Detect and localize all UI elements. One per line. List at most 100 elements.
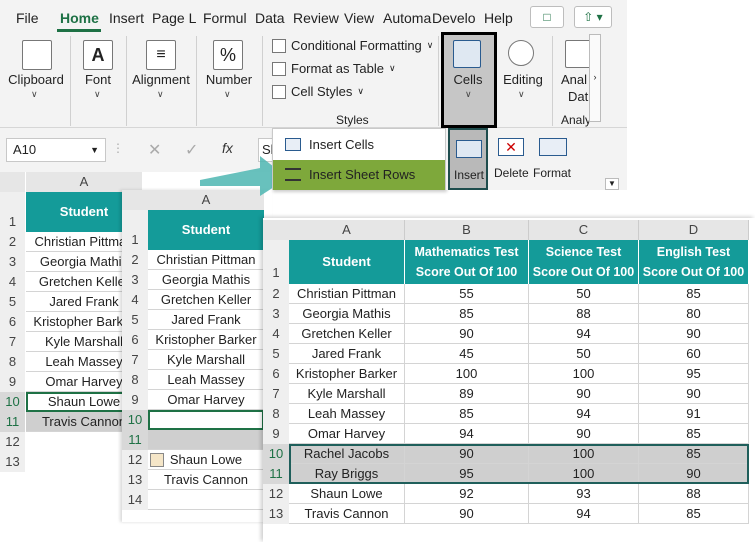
- tab-view[interactable]: View: [344, 6, 374, 30]
- select-all-corner[interactable]: [263, 220, 289, 240]
- header-cell-eng[interactable]: English Test Score Out Of 100: [639, 240, 749, 284]
- score-cell[interactable]: 50: [529, 344, 639, 364]
- row-header[interactable]: 6: [122, 330, 148, 350]
- tab-developer[interactable]: Develo: [432, 6, 476, 30]
- student-cell[interactable]: Travis Cannon: [289, 504, 405, 524]
- row-header[interactable]: 12: [0, 432, 25, 452]
- score-cell[interactable]: 90: [639, 464, 749, 484]
- student-cell[interactable]: [148, 410, 264, 430]
- header-cell-math[interactable]: Mathematics Test Score Out Of 100: [405, 240, 529, 284]
- student-cell[interactable]: Shaun Lowe: [289, 484, 405, 504]
- score-cell[interactable]: 90: [529, 424, 639, 444]
- tab-review[interactable]: Review: [293, 6, 339, 30]
- row-header[interactable]: 3: [122, 270, 148, 290]
- row-header[interactable]: 12: [122, 450, 148, 470]
- score-cell[interactable]: 85: [405, 304, 529, 324]
- row-header[interactable]: 1: [0, 192, 25, 232]
- score-cell[interactable]: 100: [529, 364, 639, 384]
- share-button[interactable]: ⇧ ▾: [574, 6, 612, 28]
- row-header[interactable]: 9: [263, 424, 289, 444]
- row-header[interactable]: 14: [122, 490, 148, 510]
- row-header[interactable]: 2: [263, 284, 289, 304]
- row-header[interactable]: 9: [0, 372, 25, 392]
- clipboard-icon[interactable]: [22, 40, 52, 70]
- score-cell[interactable]: 100: [405, 364, 529, 384]
- score-cell[interactable]: 94: [529, 504, 639, 524]
- score-cell[interactable]: 60: [639, 344, 749, 364]
- score-cell[interactable]: 85: [639, 284, 749, 304]
- percent-icon[interactable]: %: [213, 40, 243, 70]
- insert-options-icon[interactable]: [150, 453, 164, 467]
- student-cell[interactable]: Christian Pittman: [289, 284, 405, 304]
- insert-sheet-rows-item[interactable]: Insert Sheet Rows: [273, 160, 445, 190]
- score-cell[interactable]: 85: [405, 404, 529, 424]
- row-header[interactable]: 13: [122, 470, 148, 490]
- student-cell[interactable]: Leah Massey: [289, 404, 405, 424]
- row-header[interactable]: 8: [122, 370, 148, 390]
- student-cell[interactable]: Jared Frank: [289, 344, 405, 364]
- student-cell[interactable]: [148, 430, 264, 450]
- row-header[interactable]: 11: [122, 430, 148, 450]
- row-header[interactable]: 12: [263, 484, 289, 504]
- student-cell[interactable]: Georgia Mathis: [289, 304, 405, 324]
- cell-styles-button[interactable]: Cell Styles ∨: [272, 84, 364, 99]
- row-header[interactable]: 10: [0, 392, 25, 412]
- score-cell[interactable]: 55: [405, 284, 529, 304]
- select-all-corner[interactable]: [0, 172, 25, 192]
- student-cell[interactable]: Christian Pittman: [148, 250, 264, 270]
- row-header[interactable]: 11: [0, 412, 25, 432]
- row-header[interactable]: 4: [263, 324, 289, 344]
- score-cell[interactable]: 90: [639, 324, 749, 344]
- cancel-icon[interactable]: ✕: [148, 140, 161, 160]
- student-cell[interactable]: Kyle Marshall: [289, 384, 405, 404]
- score-cell[interactable]: 80: [639, 304, 749, 324]
- row-header[interactable]: 4: [122, 290, 148, 310]
- row-header[interactable]: 7: [263, 384, 289, 404]
- search-icon[interactable]: [508, 40, 534, 66]
- delete-button[interactable]: ✕ Delete: [492, 128, 530, 190]
- student-cell[interactable]: Shaun Lowe: [148, 450, 264, 470]
- row-header[interactable]: 8: [0, 352, 25, 372]
- select-all-corner[interactable]: [122, 190, 148, 210]
- student-cell[interactable]: Kristopher Barker: [289, 364, 405, 384]
- row-header[interactable]: 3: [0, 252, 25, 272]
- column-header-d[interactable]: D: [639, 220, 749, 240]
- alignment-label[interactable]: Alignment: [130, 72, 192, 87]
- score-cell[interactable]: 92: [405, 484, 529, 504]
- row-header[interactable]: 5: [0, 292, 25, 312]
- score-cell[interactable]: 50: [529, 284, 639, 304]
- score-cell[interactable]: 100: [529, 464, 639, 484]
- row-header[interactable]: 1: [263, 240, 289, 284]
- score-cell[interactable]: 45: [405, 344, 529, 364]
- tab-automate[interactable]: Automa: [383, 6, 431, 30]
- row-header[interactable]: 2: [0, 232, 25, 252]
- score-cell[interactable]: 94: [529, 404, 639, 424]
- score-cell[interactable]: 88: [639, 484, 749, 504]
- student-cell[interactable]: Gretchen Keller: [289, 324, 405, 344]
- number-label[interactable]: Number: [201, 72, 257, 87]
- row-header[interactable]: 9: [122, 390, 148, 410]
- score-cell[interactable]: 90: [639, 384, 749, 404]
- row-header[interactable]: 8: [263, 404, 289, 424]
- student-cell[interactable]: Jared Frank: [148, 310, 264, 330]
- tab-home[interactable]: Home: [60, 6, 99, 30]
- font-label[interactable]: Font: [78, 72, 118, 87]
- student-cell[interactable]: Kyle Marshall: [148, 350, 264, 370]
- score-cell[interactable]: 85: [639, 504, 749, 524]
- score-cell[interactable]: 94: [405, 424, 529, 444]
- row-header[interactable]: 4: [0, 272, 25, 292]
- clipboard-label[interactable]: Clipboard: [6, 72, 66, 87]
- insert-cells-item[interactable]: Insert Cells: [273, 130, 445, 160]
- score-cell[interactable]: 85: [639, 424, 749, 444]
- score-cell[interactable]: 94: [529, 324, 639, 344]
- ribbon-scroll-right[interactable]: ›: [589, 34, 601, 122]
- analyze-label[interactable]: Anal: [561, 72, 587, 87]
- student-cell[interactable]: Omar Harvey: [289, 424, 405, 444]
- score-cell[interactable]: 88: [529, 304, 639, 324]
- score-cell[interactable]: 93: [529, 484, 639, 504]
- conditional-formatting-button[interactable]: Conditional Formatting ∨: [272, 38, 433, 53]
- row-header[interactable]: 2: [122, 250, 148, 270]
- student-cell[interactable]: Omar Harvey: [148, 390, 264, 410]
- row-header[interactable]: 5: [122, 310, 148, 330]
- header-cell-sci[interactable]: Science Test Score Out Of 100: [529, 240, 639, 284]
